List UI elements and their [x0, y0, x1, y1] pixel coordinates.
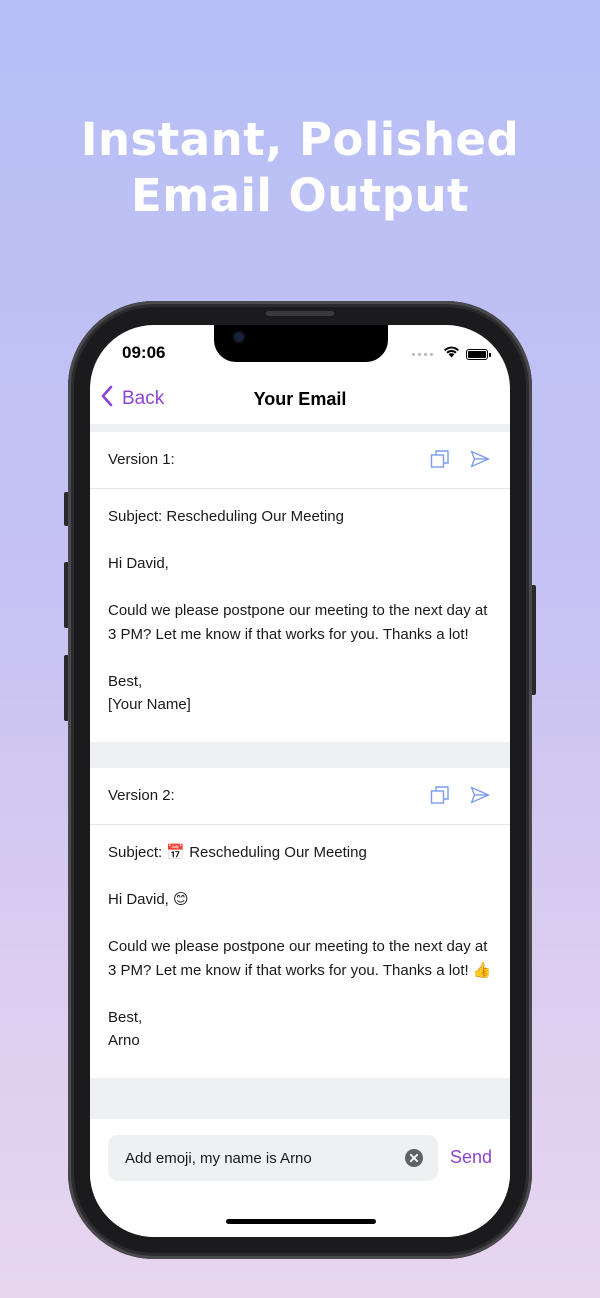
email-subject: Subject: Rescheduling Our Meeting: [108, 508, 344, 525]
phone-frame: 09:06 Back Your Email Version 1: Subject…: [68, 301, 532, 1259]
email-subject: Subject: 📅 Rescheduling Our Meeting: [108, 844, 367, 861]
signal-icon: [412, 352, 433, 356]
email-message: Could we please postpone our meeting to …: [108, 602, 488, 643]
signature-line: [Your Name]: [108, 696, 191, 713]
email-body: Subject: Rescheduling Our Meeting Hi Dav…: [90, 489, 510, 717]
page-title: Your Email: [253, 389, 347, 409]
phone-screen: 09:06 Back Your Email Version 1: Subject…: [90, 325, 510, 1237]
home-indicator: [226, 1219, 376, 1224]
card-header: Version 1:: [90, 432, 510, 489]
email-message: Could we please postpone our meeting to …: [108, 938, 492, 979]
send-button[interactable]: Send: [450, 1147, 492, 1168]
email-greeting: Hi David, 😊: [108, 891, 189, 908]
phone-speaker: [266, 311, 334, 316]
promo-headline: Instant, Polished Email Output: [0, 112, 600, 224]
send-icon[interactable]: [470, 449, 490, 469]
signature-line: Arno: [108, 1032, 140, 1049]
copy-icon[interactable]: [430, 785, 450, 805]
signoff-line: Best,: [108, 672, 143, 690]
refine-prompt-input[interactable]: [108, 1135, 438, 1181]
email-signoff: Best, Arno: [108, 1006, 492, 1053]
email-greeting: Hi David,: [108, 555, 169, 572]
status-indicators: [412, 345, 491, 363]
front-camera: [234, 332, 244, 342]
card-header: Version 2:: [90, 768, 510, 825]
navigation-bar: Back Your Email: [90, 381, 510, 425]
headline-line-2: Email Output: [130, 169, 470, 222]
version-label: Version 1:: [108, 451, 175, 468]
email-versions-list[interactable]: Version 1: Subject: Rescheduling Our Mee…: [90, 424, 510, 1149]
email-signoff: Best, [Your Name]: [108, 670, 492, 717]
email-body: Subject: 📅 Rescheduling Our Meeting Hi D…: [90, 825, 510, 1053]
send-icon[interactable]: [470, 785, 490, 805]
battery-icon: [466, 348, 491, 360]
wifi-icon: [443, 345, 460, 363]
version-card-2: Version 2: Subject: 📅 Rescheduling Our M…: [90, 768, 510, 1078]
copy-icon[interactable]: [430, 449, 450, 469]
notch: [214, 325, 388, 362]
signoff-line: Best,: [108, 1008, 143, 1026]
headline-line-1: Instant, Polished: [80, 113, 520, 166]
status-time: 09:06: [122, 343, 166, 362]
version-card-1: Version 1: Subject: Rescheduling Our Mee…: [90, 432, 510, 742]
clear-input-icon[interactable]: [405, 1149, 423, 1167]
version-label: Version 2:: [108, 787, 175, 804]
